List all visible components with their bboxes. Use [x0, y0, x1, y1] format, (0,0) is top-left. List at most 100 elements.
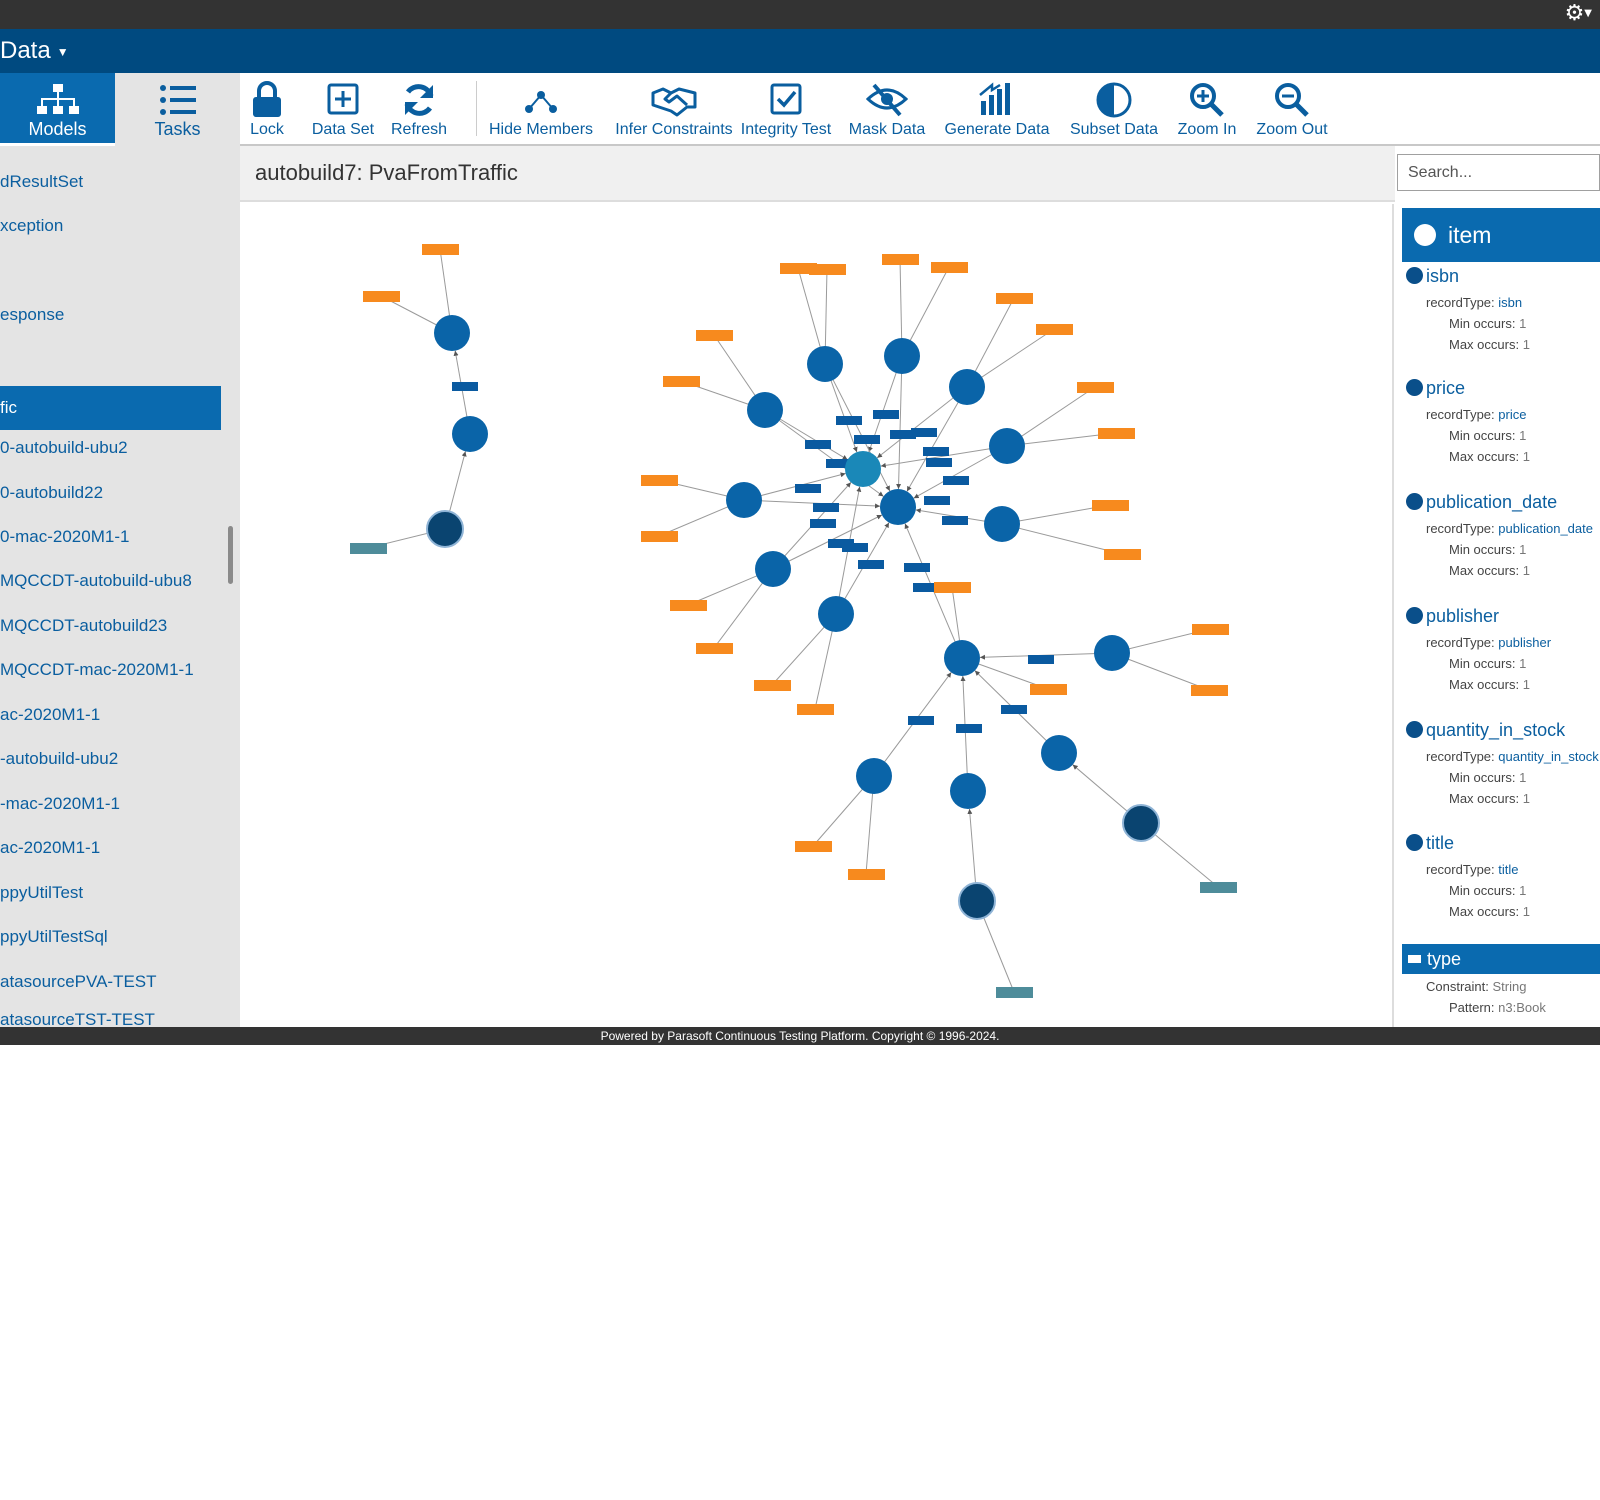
subset-data-button[interactable]: Subset Data [1066, 73, 1162, 144]
infer-constraints-button[interactable]: Infer Constraints [614, 73, 734, 144]
model-list-item[interactable]: MQCCDT-autobuild-ubu8 [0, 559, 221, 603]
entity-node[interactable] [958, 882, 996, 920]
leaf-node[interactable] [350, 543, 387, 554]
field-entry[interactable]: isbn recordType: isbn Min occurs: 1 Max … [1406, 264, 1600, 355]
record-type-value[interactable]: isbn [1498, 295, 1522, 310]
sidebar-scrollbar[interactable] [228, 526, 233, 584]
edge-label-box[interactable] [805, 440, 831, 449]
edge-label-box[interactable] [1028, 655, 1054, 664]
leaf-node[interactable] [1192, 624, 1229, 635]
model-list-item[interactable]: 0-autobuild22 [0, 471, 221, 515]
edge-label-box[interactable] [795, 484, 821, 493]
edge-label-box[interactable] [873, 410, 899, 419]
leaf-node[interactable] [996, 987, 1033, 998]
data-set-button[interactable]: Data Set [310, 73, 376, 144]
record-type-value[interactable]: price [1498, 407, 1526, 422]
tab-tasks[interactable]: Tasks [115, 73, 240, 146]
leaf-node[interactable] [1098, 428, 1135, 439]
edge-label-box[interactable] [890, 430, 916, 439]
generate-data-button[interactable]: Generate Data [942, 73, 1052, 144]
leaf-node[interactable] [931, 262, 968, 273]
leaf-node[interactable] [670, 600, 707, 611]
field-entry[interactable]: publication_date recordType: publication… [1406, 490, 1600, 581]
entity-node[interactable] [984, 506, 1020, 542]
leaf-node[interactable] [1077, 382, 1114, 393]
zoom-out-button[interactable]: Zoom Out [1254, 73, 1330, 144]
leaf-node[interactable] [1200, 882, 1237, 893]
type-header[interactable]: type [1402, 944, 1600, 974]
model-list-item-selected[interactable]: fic [0, 386, 221, 430]
entity-node[interactable] [818, 596, 854, 632]
leaf-node[interactable] [795, 841, 832, 852]
leaf-node[interactable] [1191, 685, 1228, 696]
model-list-item[interactable]: MQCCDT-autobuild23 [0, 604, 221, 648]
entity-node[interactable] [1041, 735, 1077, 771]
zoom-in-button[interactable]: Zoom In [1176, 73, 1238, 144]
hide-members-button[interactable]: Hide Members [488, 73, 594, 144]
field-entry[interactable]: title recordType: title Min occurs: 1 Ma… [1406, 831, 1600, 922]
model-list-item[interactable]: ppyUtilTest [0, 871, 221, 915]
record-type-value[interactable]: publication_date [1498, 521, 1593, 536]
leaf-node[interactable] [641, 531, 678, 542]
model-list-item[interactable]: dResultSet [0, 160, 221, 204]
app-title-dropdown[interactable]: Data ▼ [0, 36, 69, 67]
model-graph-canvas[interactable] [240, 204, 1392, 1027]
leaf-node[interactable] [641, 475, 678, 486]
entity-node[interactable] [845, 451, 881, 487]
leaf-node[interactable] [1092, 500, 1129, 511]
entity-node[interactable] [884, 338, 920, 374]
model-list-item[interactable]: esponse [0, 293, 221, 337]
mask-data-button[interactable]: Mask Data [846, 73, 928, 144]
edge-label-box[interactable] [452, 382, 478, 391]
leaf-node[interactable] [754, 680, 791, 691]
edge-label-box[interactable] [858, 560, 884, 569]
model-list-item[interactable]: atasourceTST-TEST [0, 998, 221, 1027]
entity-node[interactable] [426, 510, 464, 548]
model-list-item[interactable]: -autobuild-ubu2 [0, 737, 221, 781]
edge-label-box[interactable] [908, 716, 934, 725]
model-list-item[interactable]: 0-mac-2020M1-1 [0, 515, 221, 559]
edge-label-box[interactable] [943, 476, 969, 485]
leaf-node[interactable] [797, 704, 834, 715]
leaf-node[interactable] [663, 376, 700, 387]
entity-node[interactable] [726, 482, 762, 518]
edge-label-box[interactable] [813, 503, 839, 512]
edge-label-box[interactable] [842, 543, 868, 552]
search-input[interactable] [1397, 154, 1600, 191]
entity-node[interactable] [1094, 635, 1130, 671]
field-entry[interactable]: price recordType: price Min occurs: 1 Ma… [1406, 376, 1600, 467]
edge-label-box[interactable] [924, 496, 950, 505]
leaf-node[interactable] [996, 293, 1033, 304]
edge-label-box[interactable] [942, 516, 968, 525]
model-list-item[interactable]: xception [0, 204, 221, 248]
model-list-item[interactable]: ac-2020M1-1 [0, 693, 221, 737]
leaf-node[interactable] [934, 582, 971, 593]
entity-node[interactable] [880, 489, 916, 525]
record-type-value[interactable]: quantity_in_stock [1498, 749, 1598, 764]
entity-node[interactable] [856, 758, 892, 794]
leaf-node[interactable] [422, 244, 459, 255]
entity-node[interactable] [755, 551, 791, 587]
model-list-item[interactable]: -mac-2020M1-1 [0, 782, 221, 826]
leaf-node[interactable] [1036, 324, 1073, 335]
leaf-node[interactable] [696, 330, 733, 341]
model-list-item[interactable]: ppyUtilTestSql [0, 915, 221, 959]
leaf-node[interactable] [1104, 549, 1141, 560]
leaf-node[interactable] [882, 254, 919, 265]
leaf-node[interactable] [1030, 684, 1067, 695]
settings-menu[interactable]: ⚙▼ [1565, 2, 1592, 26]
refresh-button[interactable]: Refresh [388, 73, 450, 144]
entity-node[interactable] [747, 392, 783, 428]
edge-label-box[interactable] [926, 458, 952, 467]
leaf-node[interactable] [809, 264, 846, 275]
record-type-value[interactable]: title [1498, 862, 1518, 877]
entity-node[interactable] [944, 640, 980, 676]
model-list-item[interactable]: 0-autobuild-ubu2 [0, 426, 221, 470]
edge-label-box[interactable] [810, 519, 836, 528]
entity-node[interactable] [1122, 804, 1160, 842]
edge-label-box[interactable] [904, 563, 930, 572]
integrity-test-button[interactable]: Integrity Test [738, 73, 834, 144]
leaf-node[interactable] [363, 291, 400, 302]
entity-node[interactable] [989, 428, 1025, 464]
entity-node[interactable] [950, 773, 986, 809]
